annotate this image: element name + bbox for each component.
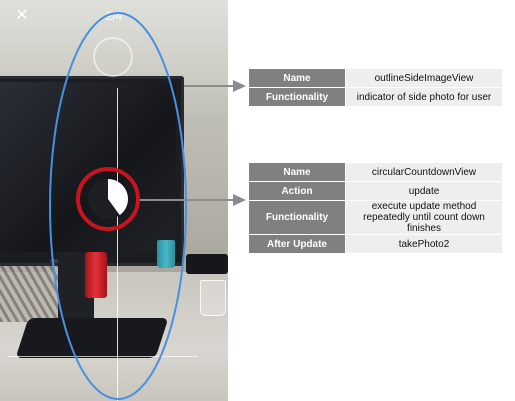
action-label: Action [248,181,346,201]
name-value: outlineSideImageView [345,68,503,88]
functionality-value: execute update method repeatedly until c… [345,200,503,235]
table-row: Functionality indicator of side photo fo… [248,87,503,107]
table-row: After Update takePhoto2 [248,234,503,254]
name-label: Name [248,162,346,182]
functionality-label: Functionality [248,200,346,235]
after-update-value: takePhoto2 [345,234,503,254]
countdown-info-table: Name circularCountdownView Action update… [248,162,503,254]
functionality-label: Functionality [248,87,346,107]
outline-info-table: Name outlineSideImageView Functionality … [248,68,503,107]
name-value: circularCountdownView [345,162,503,182]
functionality-value: indicator of side photo for user [345,87,503,107]
annotated-screenshot: ✕ 2/4 Name outlineSideImageView Function… [0,0,515,401]
action-value: update [345,181,503,201]
countdown-arrow-head [233,194,246,206]
table-row: Name outlineSideImageView [248,68,503,88]
name-label: Name [248,68,346,88]
table-row: Functionality execute update method repe… [248,200,503,235]
after-update-label: After Update [248,234,346,254]
outline-arrow-head [233,80,246,92]
table-row: Action update [248,181,503,201]
table-row: Name circularCountdownView [248,162,503,182]
